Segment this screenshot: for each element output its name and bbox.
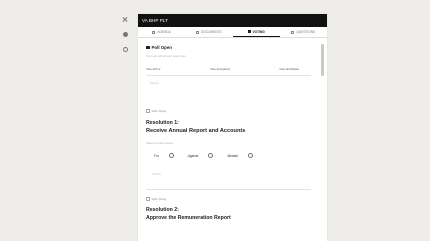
tab-label: DOCUMENTS [201, 30, 222, 34]
app-title: VA BHP PLT [138, 14, 327, 27]
poll-hint: You may submit your votes here [146, 54, 186, 58]
gear-icon[interactable] [122, 32, 128, 37]
option-against[interactable]: Against [188, 153, 214, 158]
split-voting-toggle[interactable]: Split Voting [146, 197, 311, 201]
checkbox-icon [146, 109, 150, 113]
tab-agenda[interactable]: AGENDA [138, 27, 185, 37]
tab-documents[interactable]: DOCUMENTS [185, 27, 232, 37]
radio-against[interactable] [208, 153, 214, 158]
voting-content: Poll Open You may submit your votes here… [138, 38, 319, 221]
tab-bar: AGENDA DOCUMENTS VOTING QUESTIONS [138, 27, 327, 38]
tab-label: QUESTIONS [296, 30, 316, 34]
tab-label: VOTING [252, 29, 265, 34]
scrollbar[interactable] [321, 44, 324, 76]
vote-all-for-button[interactable]: Vote all For [146, 67, 161, 71]
close-icon[interactable] [122, 16, 128, 22]
tab-label: AGENDA [157, 30, 171, 34]
side-rail [118, 16, 132, 52]
checkbox-icon [146, 197, 150, 201]
poll-status-label: Poll Open [151, 45, 173, 50]
divider [146, 75, 311, 76]
tab-voting[interactable]: VOTING [232, 27, 280, 37]
option-label: Against [187, 153, 199, 158]
resolution-title: Receive Annual Report and Accounts [146, 128, 246, 134]
split-voting-toggle[interactable]: Split Voting [146, 109, 311, 113]
resolution-title: Approve the Remuneration Report [146, 215, 231, 221]
option-for[interactable]: For [154, 153, 174, 158]
option-label: Abstain [227, 153, 239, 158]
radio-for[interactable] [168, 153, 174, 158]
tab-questions[interactable]: QUESTIONS [280, 27, 327, 37]
vote-all-abstain-button[interactable]: Vote all Abstain [279, 67, 299, 71]
poll-status: Poll Open [146, 45, 311, 50]
meeting-panel: VA BHP PLT AGENDA DOCUMENTS VOTING QUEST… [138, 14, 327, 241]
submit-vote-button[interactable]: Submit [152, 172, 311, 176]
submit-all-button[interactable]: Submit [150, 81, 311, 85]
vote-all-against-button[interactable]: Vote all Against [210, 67, 230, 71]
option-abstain[interactable]: Abstain [227, 153, 254, 158]
split-voting-label: Split Voting [151, 109, 166, 113]
list-icon [152, 30, 156, 34]
vote-options: For Against Abstain [146, 153, 311, 158]
vote-icon [247, 30, 251, 33]
choice-label: Select a voting choice [146, 141, 174, 145]
vote-all-row: Vote all For Vote all Against Vote all A… [146, 67, 311, 71]
resolution-number: Resolution 1: [146, 120, 179, 126]
poll-icon [146, 45, 150, 50]
option-label: For [154, 153, 159, 158]
circle-icon[interactable] [122, 47, 128, 52]
split-voting-label: Split Voting [151, 197, 166, 201]
radio-abstain[interactable] [248, 153, 254, 158]
resolution-number: Resolution 2: [146, 207, 179, 213]
question-icon [291, 30, 295, 34]
document-icon [196, 30, 200, 34]
divider [146, 189, 311, 190]
